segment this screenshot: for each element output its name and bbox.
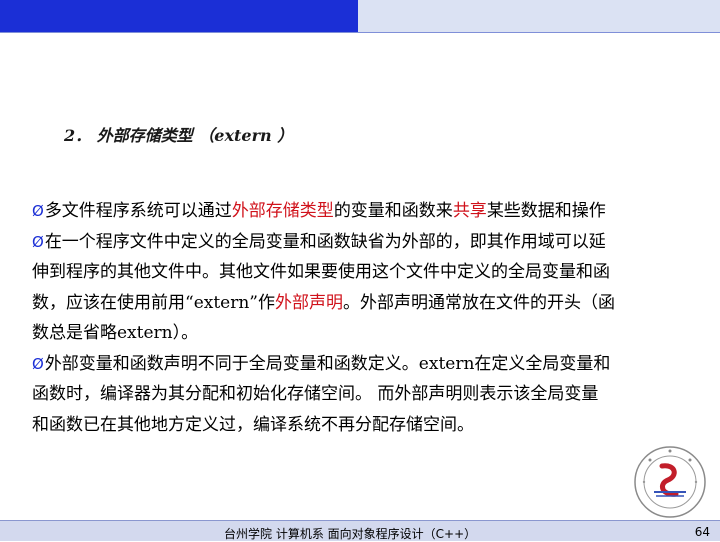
university-seal-icon	[632, 444, 708, 520]
top-banner	[0, 0, 720, 33]
bullet-arrow-icon: Ø	[32, 232, 44, 251]
bullet-2-text-3c: 。外部声明通常放在文件的开头（函	[343, 292, 615, 313]
bullet-1-seg-0: 多文件程序系统可以通过	[44, 201, 232, 221]
bullet-1-seg-4: 某些数据和操作	[486, 201, 606, 221]
bullet-arrow-icon: Ø	[32, 354, 44, 373]
bullet-3-line-1: Ø外部变量和函数声明不同于全局变量和函数定义。extern在定义全局变量和	[32, 349, 716, 380]
bullet-2-line-3: 数，应该在使用前用“extern”作外部声明。外部声明通常放在文件的开头（函	[32, 288, 716, 319]
footer-text: 台州学院 计算机系 面向对象程序设计（C++）	[224, 527, 477, 541]
bullet-1-seg-2: 的变量和函数来	[333, 201, 453, 221]
bullet-1-line: Ø多文件程序系统可以通过外部存储类型的变量和函数来共享某些数据和操作	[32, 196, 716, 227]
bullet-2-text-1: 在一个程序文件中定义的全局变量和函数缺省为外部的，即其作用域可以延	[44, 231, 606, 252]
bullet-3: Ø外部变量和函数声明不同于全局变量和函数定义。extern在定义全局变量和 函数…	[32, 349, 716, 441]
slide-heading: 2． 外部存储类型 （extern ）	[64, 122, 293, 146]
bullet-3-line-2: 函数时，编译器为其分配和初始化存储空间。 而外部声明则表示该全局变量	[32, 384, 599, 404]
top-banner-light-block	[358, 0, 720, 32]
bullet-arrow-icon: Ø	[32, 202, 44, 220]
bullet-2: Ø在一个程序文件中定义的全局变量和函数缺省为外部的，即其作用域可以延 伸到程序的…	[32, 227, 716, 349]
heading-number: 2．	[64, 126, 92, 145]
bullet-2-text-3b: 外部声明	[275, 292, 343, 313]
bullet-1-seg-1: 外部存储类型	[231, 201, 334, 221]
bullet-2-text-3a: 数，应该在使用前用“extern”作	[32, 292, 275, 313]
bullet-3-text-1: 外部变量和函数声明不同于全局变量和函数定义。extern在定义全局变量和	[44, 353, 611, 374]
footer-bar: 台州学院 计算机系 面向对象程序设计（C++） 64	[0, 520, 720, 541]
top-banner-divider	[0, 32, 720, 33]
bullet-3-line-3: 和函数已在其他地方定义过，编译系统不再分配存储空间。	[32, 414, 474, 435]
bullet-2-line-4: 数总是省略extern）。	[32, 323, 199, 343]
heading-title: 外部存储类型 （extern ）	[96, 126, 294, 145]
bullet-2-line-2: 伸到程序的其他文件中。其他文件如果要使用这个文件中定义的全局变量和函	[32, 262, 610, 282]
bullet-2-line-1: Ø在一个程序文件中定义的全局变量和函数缺省为外部的，即其作用域可以延	[32, 227, 716, 258]
top-banner-dark-block	[0, 0, 358, 32]
bullet-1: Ø多文件程序系统可以通过外部存储类型的变量和函数来共享某些数据和操作	[32, 196, 716, 227]
slide-body: Ø多文件程序系统可以通过外部存储类型的变量和函数来共享某些数据和操作 Ø在一个程…	[32, 196, 716, 440]
bullet-1-seg-3: 共享	[452, 201, 487, 221]
page-number: 64	[694, 525, 710, 539]
